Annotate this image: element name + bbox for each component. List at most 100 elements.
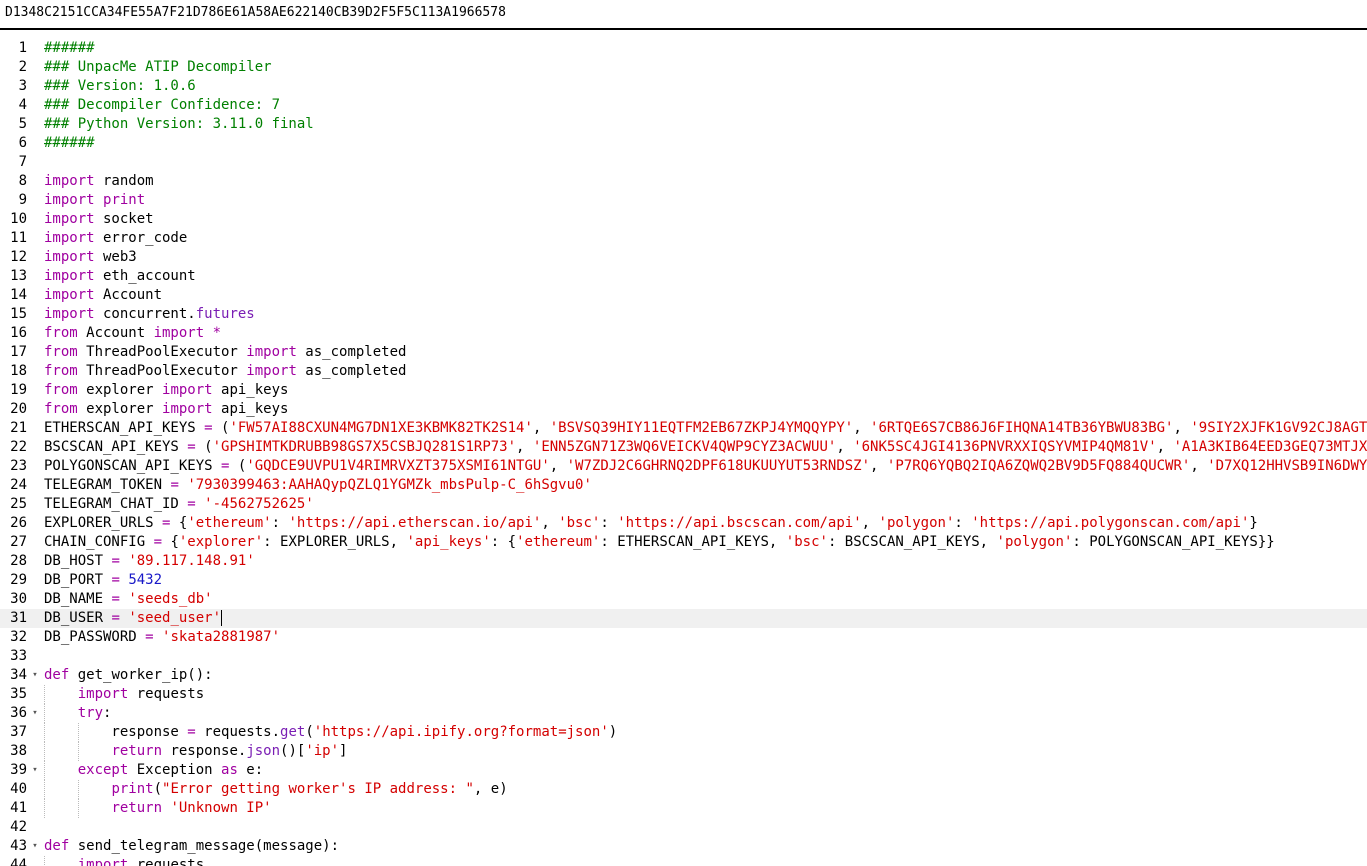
code-line[interactable]: 1 ###### — [0, 39, 1367, 58]
code-token: POLYGONSCAN_API_KEYS — [44, 458, 222, 474]
code-token: ThreadPoolExecutor — [77, 363, 247, 379]
code-line[interactable]: 7 — [0, 153, 1367, 172]
line-number: 25 — [10, 496, 27, 512]
code-token: as_completed — [296, 363, 407, 379]
code-token: 'A1A3KIB64EED3GEQ73MTJXF — [1173, 439, 1367, 455]
code-line[interactable]: 6 ###### — [0, 134, 1367, 153]
code-line[interactable]: 2 ### UnpacMe ATIP Decompiler — [0, 58, 1367, 77]
code-line[interactable]: 37 response = requests.get('https://api.… — [0, 723, 1367, 742]
code-token: ### UnpacMe ATIP Decompiler — [44, 59, 272, 75]
code-line[interactable]: 26 EXPLORER_URLS = {'ethereum': 'https://… — [0, 514, 1367, 533]
line-number: 30 — [10, 591, 27, 607]
code-line[interactable]: 4 ### Decompiler Confidence: 7 — [0, 96, 1367, 115]
code-text: EXPLORER_URLS = {'ethereum': 'https://ap… — [44, 514, 1258, 533]
code-line[interactable]: 24 TELEGRAM_TOKEN = '7930399463:AAHAQypQZ… — [0, 476, 1367, 495]
code-line[interactable]: 31 DB_USER = 'seed_user' — [0, 609, 1367, 628]
code-token: 'Unknown IP' — [170, 800, 272, 816]
code-token: Account — [77, 325, 154, 341]
code-line[interactable]: 29 DB_PORT = 5432 — [0, 571, 1367, 590]
code-token: 'GQDCE9UVPU1V4RIMRVXZT375XSMI61NTGU' — [246, 458, 550, 474]
chevron-down-icon[interactable]: ▾ — [30, 761, 40, 780]
code-line[interactable]: 33 — [0, 647, 1367, 666]
code-token: '-4562752625' — [204, 496, 314, 512]
code-token: ()[ — [280, 743, 306, 759]
code-line[interactable]: 42 — [0, 818, 1367, 837]
code-token: : POLYGONSCAN_API_KEYS}} — [1072, 534, 1275, 550]
code-token: , — [1173, 420, 1191, 436]
code-text: DB_NAME = 'seeds_db' — [44, 590, 213, 609]
code-line[interactable]: 35 import requests — [0, 685, 1367, 704]
code-line[interactable]: 16 from Account import * — [0, 324, 1367, 343]
code-text: import Account — [44, 286, 162, 305]
code-text: response = requests.get('https://api.ipi… — [44, 723, 617, 742]
code-token: ( — [153, 781, 163, 797]
code-text: import socket — [44, 210, 154, 229]
code-token: import — [246, 344, 297, 360]
code-token: : — [954, 515, 972, 531]
line-number: 1 — [18, 40, 27, 56]
line-number: 41 — [10, 800, 27, 816]
code-line[interactable]: 3 ### Version: 1.0.6 — [0, 77, 1367, 96]
code-line[interactable]: 9 import print — [0, 191, 1367, 210]
code-line[interactable]: 32 DB_PASSWORD = 'skata2881987' — [0, 628, 1367, 647]
code-line[interactable]: 40 print("Error getting worker's IP addr… — [0, 780, 1367, 799]
code-text: ### UnpacMe ATIP Decompiler — [44, 58, 272, 77]
code-token: Account — [94, 287, 163, 303]
code-line[interactable]: 27 CHAIN_CONFIG = {'explorer': EXPLORER_U… — [0, 533, 1367, 552]
code-line[interactable]: 10 import socket — [0, 210, 1367, 229]
code-line[interactable]: 25 TELEGRAM_CHAT_ID = '-4562752625' — [0, 495, 1367, 514]
code-line[interactable]: 41 return 'Unknown IP' — [0, 799, 1367, 818]
chevron-down-icon[interactable]: ▾ — [30, 704, 40, 723]
code-line[interactable]: 12 import web3 — [0, 248, 1367, 267]
code-line[interactable]: 30 DB_NAME = 'seeds_db' — [0, 590, 1367, 609]
code-token: response. — [162, 743, 247, 759]
code-token: ( — [195, 439, 213, 455]
code-text: from explorer import api_keys — [44, 381, 288, 400]
line-number: 27 — [10, 534, 27, 550]
code-editor[interactable]: 1 ###### 2 ### UnpacMe ATIP Decompiler 3 ### … — [0, 39, 1367, 866]
code-token: , — [1156, 439, 1174, 455]
code-token: import — [77, 686, 129, 702]
code-line[interactable]: 20 from explorer import api_keys — [0, 400, 1367, 419]
code-line[interactable]: 8 import random — [0, 172, 1367, 191]
file-hash-title: D1348C2151CCA34FE55A7F21D786E61A58AE6221… — [0, 0, 1367, 30]
code-line[interactable]: 17 from ThreadPoolExecutor import as_comp… — [0, 343, 1367, 362]
code-text: def get_worker_ip(): — [44, 666, 213, 685]
code-token: 'seed_user' — [128, 610, 222, 626]
code-line[interactable]: 44 import requests — [0, 856, 1367, 866]
line-number: 33 — [10, 648, 27, 664]
code-line[interactable]: 11 import error_code — [0, 229, 1367, 248]
code-token: 'P7RQ6YQBQ2IQA6ZQWQ2BV9D5FQ884QUCWR' — [886, 458, 1191, 474]
code-token: api_keys — [212, 401, 289, 417]
code-line[interactable]: 36 ▾ try: — [0, 704, 1367, 723]
code-token: 'polygon' — [878, 515, 955, 531]
code-token: = — [204, 420, 213, 436]
code-text: ETHERSCAN_API_KEYS = ('FW57AI88CXUN4MG7D… — [44, 419, 1367, 438]
code-line[interactable]: 28 DB_HOST = '89.117.148.91' — [0, 552, 1367, 571]
chevron-down-icon[interactable]: ▾ — [30, 666, 40, 685]
code-line[interactable]: 15 import concurrent.futures — [0, 305, 1367, 324]
code-line[interactable]: 23 POLYGONSCAN_API_KEYS = ('GQDCE9UVPU1V4… — [0, 457, 1367, 476]
line-number: 26 — [10, 515, 27, 531]
code-line[interactable]: 22 BSCSCAN_API_KEYS = ('GPSHIMTKDRUBB98GS… — [0, 438, 1367, 457]
code-token: eth_account — [94, 268, 196, 284]
code-text: import eth_account — [44, 267, 196, 286]
code-line[interactable]: 43 ▾ def send_telegram_message(message): — [0, 837, 1367, 856]
code-line[interactable]: 19 from explorer import api_keys — [0, 381, 1367, 400]
code-line[interactable]: 18 from ThreadPoolExecutor import as_comp… — [0, 362, 1367, 381]
code-token: 'GPSHIMTKDRUBB98GS7X5CSBJQ281S1RP73' — [212, 439, 517, 455]
line-number: 35 — [10, 686, 27, 702]
code-line[interactable]: 34 ▾ def get_worker_ip(): — [0, 666, 1367, 685]
code-token: "Error getting worker's IP address: " — [162, 781, 474, 797]
code-line[interactable]: 39 ▾ except Exception as e: — [0, 761, 1367, 780]
code-token: json — [246, 743, 281, 759]
code-token: send_telegram_message(message): — [69, 838, 340, 854]
chevron-down-icon[interactable]: ▾ — [30, 837, 40, 856]
code-line[interactable]: 13 import eth_account — [0, 267, 1367, 286]
code-line[interactable]: 21 ETHERSCAN_API_KEYS = ('FW57AI88CXUN4MG… — [0, 419, 1367, 438]
code-line[interactable]: 14 import Account — [0, 286, 1367, 305]
code-token: 'FW57AI88CXUN4MG7DN1XE3KBMK82TK2S14' — [229, 420, 533, 436]
code-line[interactable]: 38 return response.json()['ip'] — [0, 742, 1367, 761]
code-line[interactable]: 5 ### Python Version: 3.11.0 final — [0, 115, 1367, 134]
